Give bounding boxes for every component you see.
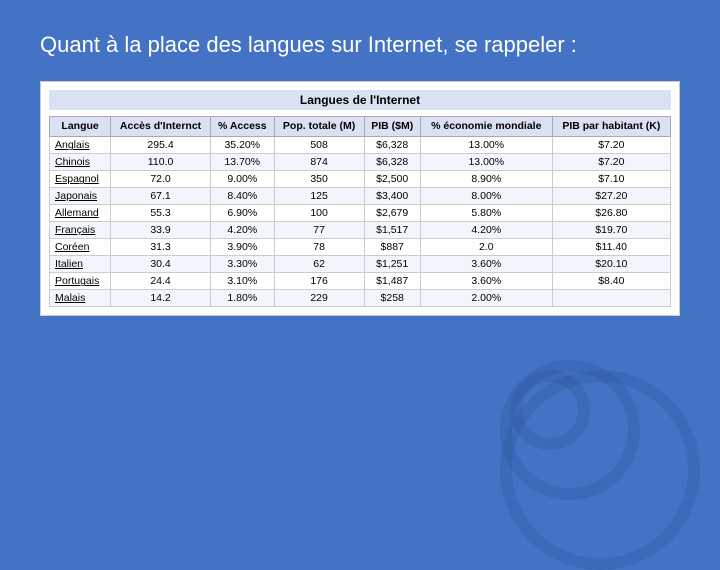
- table-cell: $19.70: [552, 222, 670, 239]
- table-cell: Anglais: [50, 137, 111, 154]
- table-cell: $7.20: [552, 154, 670, 171]
- table-cell: [552, 290, 670, 307]
- column-header: PIB ($M): [364, 116, 420, 137]
- table-cell: 72.0: [111, 171, 211, 188]
- table-cell: 125: [274, 188, 364, 205]
- table-cell: 35.20%: [210, 137, 274, 154]
- table-cell: 33.9: [111, 222, 211, 239]
- table-cell: 3.60%: [420, 256, 552, 273]
- table-container: Langues de l'Internet LangueAccès d'Inte…: [40, 81, 680, 317]
- table-cell: 2.0: [420, 239, 552, 256]
- table-cell: 6.90%: [210, 205, 274, 222]
- table-cell: $258: [364, 290, 420, 307]
- table-cell: 13.70%: [210, 154, 274, 171]
- column-header: Accès d'Internct: [111, 116, 211, 137]
- table-cell: 2.00%: [420, 290, 552, 307]
- table-header: LangueAccès d'Internct% AccessPop. total…: [50, 116, 671, 137]
- table-cell: Chinois: [50, 154, 111, 171]
- table-cell: 100: [274, 205, 364, 222]
- table-cell: 67.1: [111, 188, 211, 205]
- table-cell: $20.10: [552, 256, 670, 273]
- slide-content: Quant à la place des langues sur Interne…: [0, 0, 720, 336]
- table-row: Coréen31.33.90%78$8872.0$11.40: [50, 239, 671, 256]
- header-row: LangueAccès d'Internct% AccessPop. total…: [50, 116, 671, 137]
- column-header: % économie mondiale: [420, 116, 552, 137]
- table-cell: 5.80%: [420, 205, 552, 222]
- table-cell: 30.4: [111, 256, 211, 273]
- table-cell: 4.20%: [210, 222, 274, 239]
- table-row: Italien30.43.30%62$1,2513.60%$20.10: [50, 256, 671, 273]
- table-row: Espagnol72.09.00%350$2,5008.90%$7.10: [50, 171, 671, 188]
- table-cell: 3.90%: [210, 239, 274, 256]
- table-cell: $6,328: [364, 137, 420, 154]
- table-cell: $1,487: [364, 273, 420, 290]
- table-cell: 176: [274, 273, 364, 290]
- table-cell: Français: [50, 222, 111, 239]
- table-cell: 14.2: [111, 290, 211, 307]
- languages-table: LangueAccès d'Internct% AccessPop. total…: [49, 116, 671, 308]
- table-cell: 110.0: [111, 154, 211, 171]
- table-cell: 229: [274, 290, 364, 307]
- table-cell: Coréen: [50, 239, 111, 256]
- table-cell: Espagnol: [50, 171, 111, 188]
- table-cell: 1.80%: [210, 290, 274, 307]
- table-cell: 3.10%: [210, 273, 274, 290]
- table-cell: $26.80: [552, 205, 670, 222]
- table-cell: 77: [274, 222, 364, 239]
- table-row: Chinois110.013.70%874$6,32813.00%$7.20: [50, 154, 671, 171]
- table-cell: 62: [274, 256, 364, 273]
- table-cell: $6,328: [364, 154, 420, 171]
- table-cell: 4.20%: [420, 222, 552, 239]
- table-cell: $3,400: [364, 188, 420, 205]
- table-cell: 350: [274, 171, 364, 188]
- table-cell: 78: [274, 239, 364, 256]
- table-cell: $1,251: [364, 256, 420, 273]
- column-header: Langue: [50, 116, 111, 137]
- table-cell: 31.3: [111, 239, 211, 256]
- column-header: % Access: [210, 116, 274, 137]
- column-header: PIB par habitant (K): [552, 116, 670, 137]
- table-cell: Malais: [50, 290, 111, 307]
- table-row: Français33.94.20%77$1,5174.20%$19.70: [50, 222, 671, 239]
- table-cell: 295.4: [111, 137, 211, 154]
- table-cell: 8.00%: [420, 188, 552, 205]
- slide-title: Quant à la place des langues sur Interne…: [40, 30, 680, 61]
- table-cell: $2,500: [364, 171, 420, 188]
- column-header: Pop. totale (M): [274, 116, 364, 137]
- table-cell: 55.3: [111, 205, 211, 222]
- table-cell: 3.30%: [210, 256, 274, 273]
- table-cell: Allemand: [50, 205, 111, 222]
- table-title: Langues de l'Internet: [49, 90, 671, 110]
- table-cell: $887: [364, 239, 420, 256]
- table-row: Malais14.21.80%229$2582.00%: [50, 290, 671, 307]
- table-cell: 8.40%: [210, 188, 274, 205]
- table-cell: 874: [274, 154, 364, 171]
- table-cell: Italien: [50, 256, 111, 273]
- table-cell: 3.60%: [420, 273, 552, 290]
- table-cell: $8.40: [552, 273, 670, 290]
- bg-decoration-3: [510, 370, 590, 450]
- table-row: Portugais24.43.10%176$1,4873.60%$8.40: [50, 273, 671, 290]
- table-cell: $11.40: [552, 239, 670, 256]
- table-cell: 13.00%: [420, 137, 552, 154]
- table-cell: Portugais: [50, 273, 111, 290]
- table-cell: $7.20: [552, 137, 670, 154]
- table-cell: 24.4: [111, 273, 211, 290]
- table-cell: 9.00%: [210, 171, 274, 188]
- table-cell: 13.00%: [420, 154, 552, 171]
- table-row: Japonais67.18.40%125$3,4008.00%$27.20: [50, 188, 671, 205]
- table-cell: $2,679: [364, 205, 420, 222]
- table-row: Anglais295.435.20%508$6,32813.00%$7.20: [50, 137, 671, 154]
- table-cell: $7.10: [552, 171, 670, 188]
- table-cell: $27.20: [552, 188, 670, 205]
- table-cell: 508: [274, 137, 364, 154]
- table-cell: $1,517: [364, 222, 420, 239]
- table-body: Anglais295.435.20%508$6,32813.00%$7.20Ch…: [50, 137, 671, 307]
- table-cell: 8.90%: [420, 171, 552, 188]
- table-cell: Japonais: [50, 188, 111, 205]
- table-row: Allemand55.36.90%100$2,6795.80%$26.80: [50, 205, 671, 222]
